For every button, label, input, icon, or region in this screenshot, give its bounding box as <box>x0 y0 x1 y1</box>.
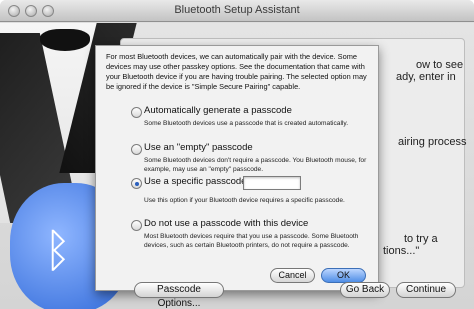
sheet-intro-text: For most Bluetooth devices, we can autom… <box>106 52 367 91</box>
passcode-options-sheet: For most Bluetooth devices, we can autom… <box>95 45 379 291</box>
specific-passcode-input[interactable] <box>243 176 301 190</box>
radio-empty-passcode[interactable] <box>131 144 142 155</box>
bluetooth-setup-window: Bluetooth Setup Assistant ᛒ ow to see ad… <box>0 0 474 309</box>
bow-tie-icon <box>40 29 90 51</box>
radio-no-passcode[interactable] <box>131 220 142 231</box>
cancel-button[interactable]: Cancel <box>270 268 315 283</box>
go-back-button[interactable]: Go Back <box>340 282 390 298</box>
radio-auto-passcode[interactable] <box>131 107 142 118</box>
radio-no-passcode-label: Do not use a passcode with this device <box>144 218 309 229</box>
passcode-options-button[interactable]: Passcode Options... <box>134 282 224 309</box>
radio-auto-passcode-desc: Some Bluetooth devices use a passcode th… <box>144 120 349 127</box>
radio-auto-passcode-label: Automatically generate a passcode <box>144 105 292 116</box>
radio-no-passcode-desc: Most Bluetooth devices require that you … <box>144 233 359 249</box>
radio-empty-passcode-label: Use an "empty" passcode <box>144 142 253 153</box>
radio-specific-passcode-desc: Use this option if your Bluetooth device… <box>144 197 345 204</box>
radio-specific-passcode[interactable] <box>131 178 142 189</box>
radio-empty-passcode-desc: Some Bluetooth devices don't require a p… <box>144 157 367 173</box>
title-bar: Bluetooth Setup Assistant <box>0 0 474 22</box>
ok-button[interactable]: OK <box>321 268 366 283</box>
window-content: ᛒ ow to see ady, enter in 0000 airing pr… <box>0 23 474 309</box>
continue-button[interactable]: Continue <box>396 282 456 298</box>
radio-specific-passcode-label: Use a specific passcode: <box>144 176 250 187</box>
bluetooth-symbol-icon: ᛒ <box>44 223 72 277</box>
window-title: Bluetooth Setup Assistant <box>174 4 300 16</box>
